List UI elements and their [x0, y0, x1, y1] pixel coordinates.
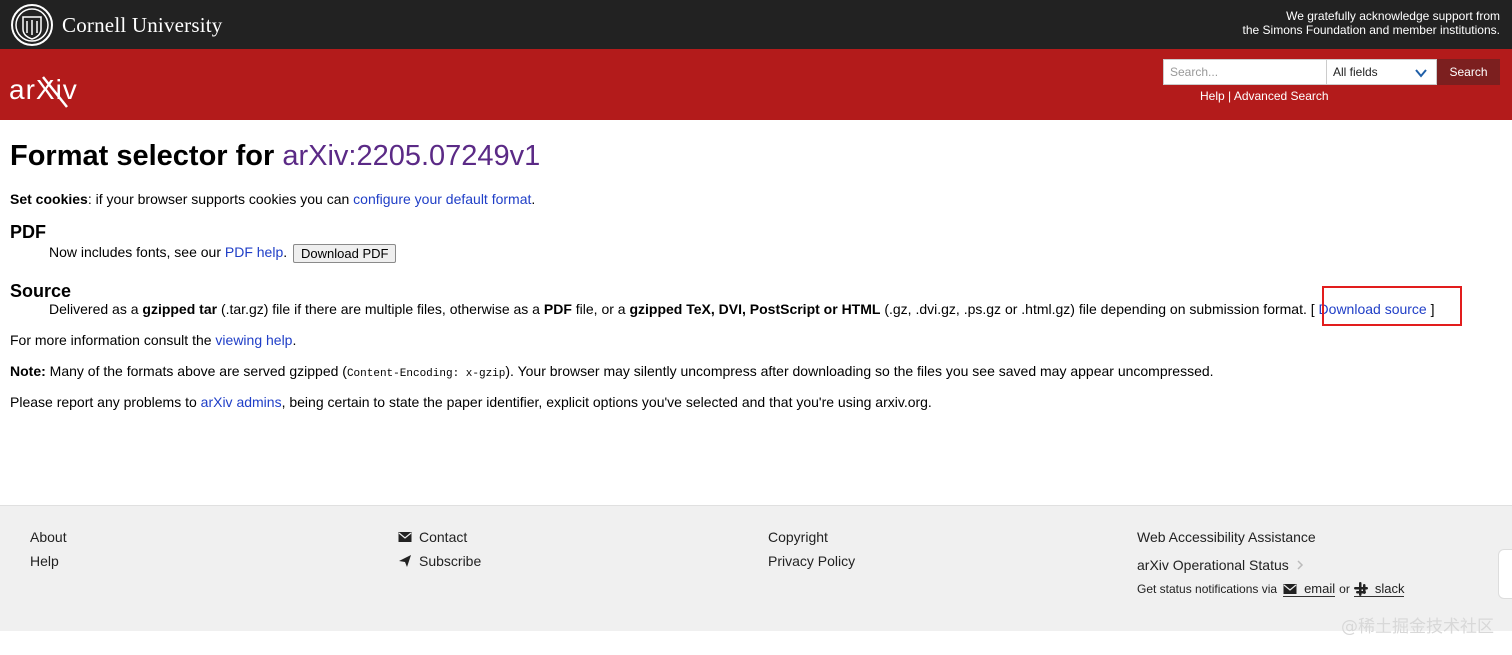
configure-format-link[interactable]: configure your default format [353, 191, 531, 207]
source-b3: gzipped TeX, DVI, PostScript or HTML [629, 301, 881, 317]
search-form: All fields Search [1163, 59, 1500, 85]
highlight-box [1322, 286, 1462, 326]
title-prefix: Format selector for [10, 140, 283, 172]
pdf-text: Now includes fonts, see our [49, 244, 225, 261]
note-label: Note: [10, 363, 46, 379]
source-t3: file, or a [571, 301, 630, 317]
cornell-bar: Cornell University We gratefully acknowl… [0, 0, 1512, 49]
paper-id-link[interactable]: arXiv:2205.07249v1 [282, 140, 540, 172]
report-line: Please report any problems to arXiv admi… [10, 394, 932, 410]
copyright-link[interactable]: Copyright [768, 525, 855, 549]
footer-col-1: About Help [30, 525, 67, 573]
pdf-text-end: . [283, 244, 288, 261]
source-b2: PDF [543, 301, 572, 317]
source-t4: (.gz, .dvi.gz, .ps.gz or .html.gz) file … [880, 301, 1307, 317]
cornell-logo[interactable]: Cornell University [10, 3, 223, 47]
watermark: @稀土掘金技术社区 [1341, 617, 1494, 637]
note-t1: Many of the formats above are served gzi… [45, 363, 347, 379]
pdf-line: Now includes fonts, see our PDF help. Do… [49, 244, 397, 263]
support-line-2: the Simons Foundation and member institu… [1242, 23, 1500, 37]
contact-label: Contact [419, 529, 468, 545]
chevron-right-icon [1297, 560, 1303, 570]
viewing-help-link[interactable]: viewing help [215, 332, 292, 348]
note-code: Content-Encoding: x-gzip [346, 368, 506, 380]
cornell-name: Cornell University [62, 12, 223, 37]
arxiv-logo[interactable]: arXiv [9, 73, 97, 109]
download-pdf-button[interactable]: Download PDF [293, 244, 397, 263]
support-text: We gratefully acknowledge support from t… [1243, 9, 1500, 37]
envelope-icon [1283, 583, 1297, 594]
more-info-text: For more information consult the [10, 332, 216, 348]
subscribe-label: Subscribe [419, 553, 482, 569]
help-footer-link[interactable]: Help [30, 549, 67, 573]
contact-link[interactable]: Contact [398, 525, 481, 549]
footer-col-2: Contact Subscribe [398, 525, 481, 573]
arxiv-header: arXiv All fields Search Help | Advanced … [0, 49, 1512, 120]
support-line-1: We gratefully acknowledge support from [1286, 9, 1500, 23]
cornell-seal-icon [11, 4, 53, 46]
cookies-text: : if your browser supports cookies you c… [87, 191, 354, 207]
status-notifications: Get status notifications via email or sl… [1137, 577, 1405, 601]
status-notice-text: Get status notifications via [1137, 582, 1278, 596]
chevron-down-icon [1415, 69, 1427, 78]
more-info-end: . [292, 332, 297, 348]
envelope-icon [398, 532, 412, 542]
operational-status-link[interactable]: arXiv Operational Status [1137, 553, 1404, 577]
more-info-line: For more information consult the viewing… [10, 332, 296, 348]
slack-label: slack [1374, 581, 1405, 596]
footer: About Help Contact Subscribe Copyright P… [0, 505, 1512, 631]
paper-plane-icon [399, 555, 411, 567]
footer-col-4: Web Accessibility Assistance arXiv Opera… [1137, 525, 1405, 601]
pdf-help-link[interactable]: PDF help [225, 244, 283, 260]
advanced-search-link[interactable]: Advanced Search [1234, 89, 1329, 103]
or-text: or [1339, 582, 1350, 596]
report-t2: , being certain to state the paper ident… [281, 394, 932, 410]
footer-col-3: Copyright Privacy Policy [768, 525, 855, 573]
operational-status-label: arXiv Operational Status [1137, 557, 1289, 573]
source-t2: (.tar.gz) file if there are multiple fil… [217, 301, 544, 317]
email-status-link[interactable]: email [1283, 581, 1336, 597]
page-title: Format selector for arXiv:2205.07249v1 [10, 138, 540, 174]
slack-status-link[interactable]: slack [1353, 581, 1405, 597]
field-select-value: All fields [1333, 65, 1378, 79]
cookies-label: Set cookies [10, 191, 88, 207]
search-input[interactable] [1163, 59, 1326, 85]
link-separator: | [1224, 89, 1234, 103]
note-line: Note: Many of the formats above are serv… [10, 363, 1214, 380]
arxiv-admins-link[interactable]: arXiv admins [201, 394, 282, 410]
note-t2: ). Your browser may silently uncompress … [505, 363, 1214, 379]
subscribe-link[interactable]: Subscribe [398, 549, 481, 573]
cookies-end: . [531, 191, 536, 207]
privacy-link[interactable]: Privacy Policy [768, 549, 855, 573]
pdf-heading: PDF [10, 222, 46, 242]
bracket-open: [ [1306, 301, 1319, 317]
report-t1: Please report any problems to [10, 394, 201, 410]
source-t1: Delivered as a [49, 301, 143, 317]
help-link[interactable]: Help [1200, 89, 1225, 103]
search-button[interactable]: Search [1437, 59, 1500, 85]
field-select[interactable]: All fields [1326, 59, 1437, 85]
cookies-line: Set cookies: if your browser supports co… [10, 191, 535, 207]
accessibility-link[interactable]: Web Accessibility Assistance [1137, 525, 1404, 549]
email-label: email [1304, 581, 1336, 596]
about-link[interactable]: About [30, 525, 67, 549]
search-links: Help | Advanced Search [1200, 89, 1329, 103]
side-feedback-tab[interactable] [1498, 549, 1512, 599]
source-heading: Source [10, 281, 72, 301]
source-line: Delivered as a gzipped tar (.tar.gz) fil… [49, 301, 1435, 317]
slack-icon [1353, 581, 1368, 596]
source-b1: gzipped tar [142, 301, 218, 317]
